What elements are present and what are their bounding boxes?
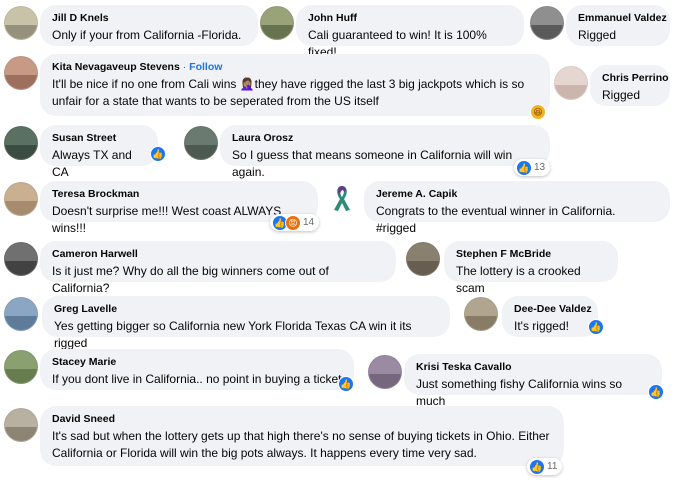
- comment-author[interactable]: Stephen F McBride: [456, 248, 606, 261]
- comment-author[interactable]: Kita Nevagaveup Stevens: [52, 61, 180, 73]
- avatar[interactable]: [4, 350, 38, 384]
- comment-author[interactable]: Chris Perrino: [602, 72, 669, 85]
- avatar[interactable]: [530, 6, 564, 40]
- avatar[interactable]: [4, 242, 38, 276]
- avatar[interactable]: [406, 242, 440, 276]
- comment-bubble: Jill D Knels Only if your from Californi…: [40, 5, 258, 46]
- avatar[interactable]: [4, 126, 38, 160]
- reaction-summary[interactable]: 👍 13: [514, 159, 551, 176]
- comment-bubble: Susan Street Always TX and CA: [40, 125, 158, 179]
- comment-author[interactable]: Krisi Teska Cavallo: [416, 361, 650, 374]
- comment-text: It's sad but when the lottery gets up th…: [52, 429, 550, 460]
- comment-bubble: Stacey Marie If you dont live in Califor…: [40, 349, 354, 390]
- comment-text: Congrats to the eventual winner in Calif…: [376, 204, 616, 235]
- avatar[interactable]: [4, 408, 38, 442]
- comment-author[interactable]: Dee-Dee Valdez: [514, 303, 592, 316]
- avatar[interactable]: [4, 182, 38, 216]
- like-icon: 👍: [529, 458, 545, 475]
- comment-author[interactable]: Greg Lavelle: [54, 303, 438, 316]
- avatar[interactable]: [260, 6, 294, 40]
- comment-text: If you dont live in California.. no poin…: [52, 372, 342, 386]
- comment-bubble: Emmanuel Valdez Rigged: [566, 5, 670, 46]
- haha-icon: 😆: [530, 104, 546, 120]
- comment-text: Rigged: [578, 28, 617, 42]
- awareness-ribbon-icon[interactable]: [326, 182, 358, 214]
- follow-link[interactable]: Follow: [189, 61, 222, 73]
- comment-bubble: Jereme A. Capik Congrats to the eventual…: [364, 181, 670, 235]
- comment-bubble: Greg Lavelle Yes getting bigger so Calif…: [42, 296, 450, 350]
- comment-bubble: Laura Orosz So I guess that means someon…: [220, 125, 550, 179]
- comment-author[interactable]: Cameron Harwell: [52, 248, 384, 261]
- like-icon: 👍: [338, 376, 354, 392]
- angry-icon: 😡: [285, 214, 301, 231]
- comment-text: Yes getting bigger so California new Yor…: [54, 319, 412, 350]
- comment-author[interactable]: David Sneed: [52, 413, 552, 426]
- comment-bubble: Krisi Teska Cavallo Just something fishy…: [404, 354, 662, 408]
- like-icon: 👍: [150, 146, 166, 162]
- comment-author[interactable]: John Huff: [308, 12, 512, 25]
- comment-bubble: John Huff Cali guaranteed to win! It is …: [296, 5, 524, 59]
- reaction-count: 11: [547, 461, 558, 472]
- comment-bubble: Chris Perrino Rigged: [590, 65, 670, 106]
- comment-bubble: Stephen F McBride The lottery is a crook…: [444, 241, 618, 295]
- avatar[interactable]: [464, 297, 498, 331]
- comment-text: It's rigged!: [514, 319, 569, 333]
- comment-text: Is it just me? Why do all the big winner…: [52, 264, 329, 295]
- comment-text: Rigged: [602, 88, 641, 102]
- comment-bubble: David Sneed It's sad but when the lotter…: [40, 406, 564, 466]
- like-icon: 👍: [588, 319, 604, 335]
- avatar[interactable]: [184, 126, 218, 160]
- comment-bubble: Kita Nevagaveup Stevens · Follow It'll b…: [40, 54, 550, 116]
- avatar[interactable]: [368, 355, 402, 389]
- comment-text: It'll be nice if no one from Cali wins 🤦…: [52, 77, 525, 108]
- comment-author[interactable]: Teresa Brockman: [52, 188, 306, 201]
- comment-text: Only if your from California -Florida.: [52, 28, 242, 42]
- author-separator: ·: [182, 61, 187, 73]
- reaction-count: 14: [303, 217, 315, 228]
- comment-author-line: Kita Nevagaveup Stevens · Follow: [52, 61, 538, 74]
- avatar[interactable]: [4, 6, 38, 40]
- avatar[interactable]: [4, 297, 38, 331]
- comment-author[interactable]: Susan Street: [52, 132, 146, 145]
- reaction-summary[interactable]: 👍 😡 14: [270, 214, 320, 231]
- comment-text: Always TX and CA: [52, 148, 132, 179]
- comment-author[interactable]: Stacey Marie: [52, 356, 342, 369]
- comment-author[interactable]: Jereme A. Capik: [376, 188, 658, 201]
- avatar[interactable]: [554, 66, 588, 100]
- comment-bubble: Cameron Harwell Is it just me? Why do al…: [40, 241, 396, 295]
- comment-text: The lottery is a crooked scam: [456, 264, 581, 295]
- avatar[interactable]: [4, 56, 38, 90]
- comment-author[interactable]: Emmanuel Valdez: [578, 12, 667, 25]
- comment-author[interactable]: Jill D Knels: [52, 12, 246, 25]
- comment-text: Just something fishy California wins so …: [416, 377, 623, 408]
- comment-bubble: Dee-Dee Valdez It's rigged!: [502, 296, 598, 337]
- comment-text: Doesn't surprise me!!! West coast ALWAYS…: [52, 204, 282, 235]
- comment-text: So I guess that means someone in Califor…: [232, 148, 513, 179]
- reaction-summary[interactable]: 👍 11: [527, 458, 563, 475]
- like-icon: 👍: [648, 384, 664, 400]
- comment-author[interactable]: Laura Orosz: [232, 132, 538, 145]
- like-icon: 👍: [516, 159, 532, 176]
- reaction-count: 13: [534, 162, 546, 173]
